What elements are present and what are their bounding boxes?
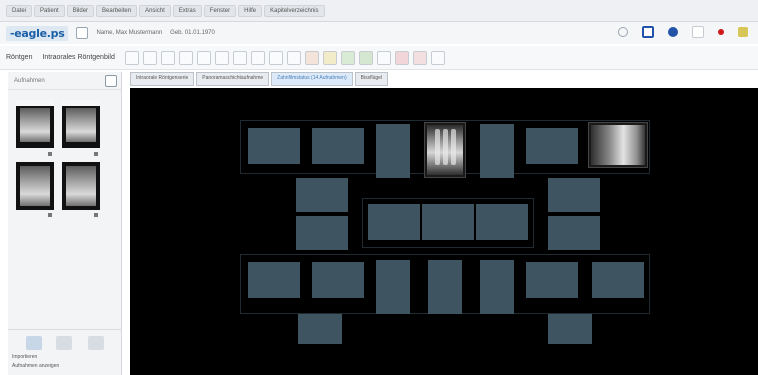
text-icon[interactable] (250, 50, 265, 65)
patient-info: Geb. 01.01.1970 (170, 30, 215, 36)
xray-slot[interactable] (480, 124, 514, 178)
xray-slot[interactable] (548, 216, 600, 250)
menu-item[interactable]: Fenster (203, 4, 237, 17)
delete-icon[interactable] (394, 50, 409, 65)
xray-slot[interactable] (296, 216, 348, 250)
menu-item[interactable]: Kapitelverzeichnis (264, 4, 325, 17)
thumbnail-xray[interactable] (16, 162, 54, 210)
rotate-icon[interactable] (142, 50, 157, 65)
contrast-icon[interactable] (178, 50, 193, 65)
panel-title: Aufnahmen (14, 77, 45, 84)
thumbnail-marker (48, 213, 52, 217)
main-toolbar: -eagle.ps Name, Max Mustermann Geb. 01.0… (0, 22, 758, 44)
xray-image[interactable] (588, 122, 648, 168)
tab[interactable]: Bissflügel (354, 72, 389, 86)
toolbar-label: Intraorales Röntgenbild (42, 54, 115, 61)
help-icon[interactable] (738, 27, 748, 37)
export-icon[interactable] (430, 50, 445, 65)
redo-icon[interactable] (286, 50, 301, 65)
list-icon[interactable] (88, 336, 104, 350)
status-icon[interactable] (668, 27, 678, 37)
import-icon[interactable] (56, 336, 72, 350)
xray-slot[interactable] (376, 124, 410, 178)
xray-slot[interactable] (548, 178, 600, 212)
thumbnail-xray[interactable] (16, 100, 54, 148)
view-tabs: Intraorale Röntgenserie Panoramaschichta… (130, 72, 390, 86)
window-icon[interactable] (642, 26, 654, 38)
tab[interactable]: Panoramaschichtaufnahme (196, 72, 270, 86)
menu-item[interactable]: Ansicht (139, 4, 171, 17)
xray-slot[interactable] (298, 314, 342, 344)
xray-slot[interactable] (312, 262, 364, 298)
menu-item[interactable]: Extras (172, 4, 202, 17)
xray-slot[interactable] (548, 314, 592, 344)
xray-slot[interactable] (376, 260, 410, 314)
xray-slot[interactable] (526, 128, 578, 164)
brightness-icon[interactable] (196, 50, 211, 65)
menu-item[interactable]: Bilder (66, 4, 95, 17)
xray-slot[interactable] (296, 178, 348, 212)
xray-slot[interactable] (368, 204, 420, 240)
app-logo: -eagle.ps (6, 25, 69, 41)
record-icon[interactable] (718, 29, 724, 35)
panel-menu-icon[interactable] (105, 75, 117, 87)
undo-icon[interactable] (268, 50, 283, 65)
xray-slot[interactable] (476, 204, 528, 240)
thumbnail-marker (48, 152, 52, 156)
xray-slot[interactable] (526, 262, 578, 298)
toolbar-right (618, 26, 748, 38)
pen-icon[interactable] (304, 50, 319, 65)
xray-layout-canvas (130, 88, 758, 375)
grid-icon[interactable] (376, 50, 391, 65)
notes-icon[interactable] (692, 26, 704, 38)
xray-slot[interactable] (422, 204, 474, 240)
xray-slot[interactable] (592, 262, 644, 298)
tab-active[interactable]: Zahnfilmstatus (14 Aufnahmen) (271, 72, 353, 86)
brush-icon[interactable] (26, 336, 42, 350)
zoom-icon[interactable] (124, 50, 139, 65)
flip-icon[interactable] (160, 50, 175, 65)
crop-icon[interactable] (214, 50, 229, 65)
fill-icon[interactable] (358, 50, 373, 65)
thumbnail-panel: Aufnahmen Importieren Aufnahmen anzeigen (8, 72, 122, 375)
add-icon[interactable] (340, 50, 355, 65)
color-icon[interactable] (322, 50, 337, 65)
xray-slot[interactable] (312, 128, 364, 164)
print-icon[interactable] (412, 50, 427, 65)
patient-name: Name, Max Mustermann (96, 30, 163, 36)
xray-slot[interactable] (248, 128, 300, 164)
patient-icon[interactable] (76, 27, 89, 39)
menu-item[interactable]: Patient (34, 4, 65, 17)
tab[interactable]: Intraorale Röntgenserie (130, 72, 195, 86)
menu-item[interactable]: Hilfe (238, 4, 263, 17)
xray-slot[interactable] (428, 260, 462, 314)
toolbar-label: Röntgen (6, 54, 33, 61)
xray-slot[interactable] (480, 260, 514, 314)
settings-icon[interactable] (618, 27, 628, 37)
menu-item[interactable]: Bearbeiten (96, 4, 138, 17)
measure-icon[interactable] (232, 50, 247, 65)
footer-label: Aufnahmen anzeigen (12, 363, 60, 369)
footer-label: Importieren (12, 354, 38, 360)
imaging-toolbar: Röntgen Intraorales Röntgenbild (0, 46, 758, 70)
menu-item[interactable]: Datei (6, 4, 33, 17)
xray-slot[interactable] (248, 262, 300, 298)
thumbnail-xray[interactable] (62, 162, 100, 210)
thumbnail-marker (94, 213, 98, 217)
thumbnail-xray[interactable] (62, 100, 100, 148)
xray-image[interactable] (424, 122, 466, 178)
thumbnail-marker (94, 152, 98, 156)
panel-footer: Importieren Aufnahmen anzeigen (8, 329, 122, 375)
menu-bar: Datei Patient Bilder Bearbeiten Ansicht … (0, 0, 758, 22)
